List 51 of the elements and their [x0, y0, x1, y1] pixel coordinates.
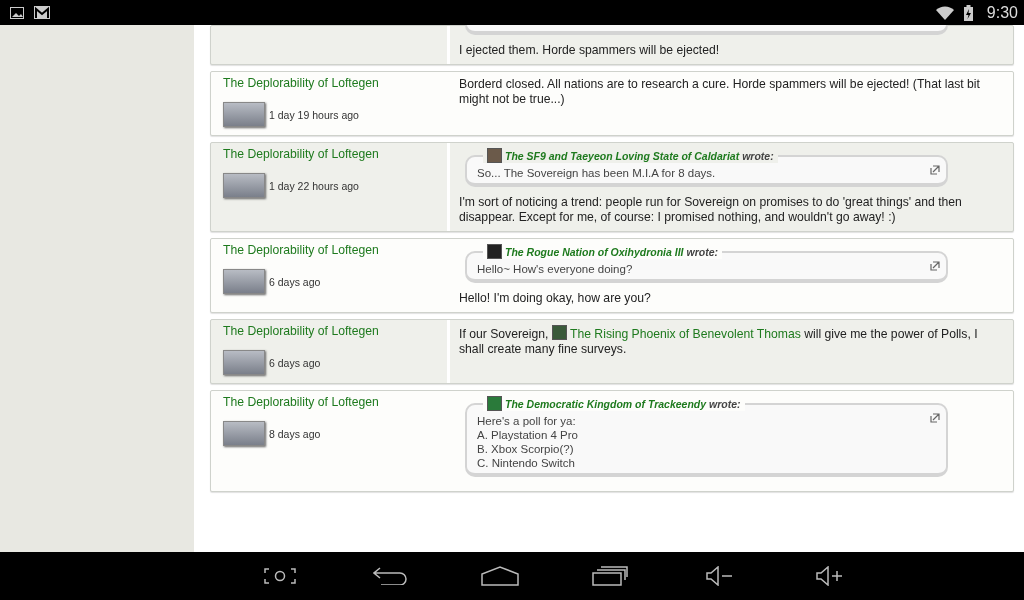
external-link-icon[interactable] — [930, 413, 940, 423]
flag-icon — [487, 396, 502, 411]
quote-text: B. Xbox Scorpio(?) — [477, 442, 575, 456]
quote-source-link[interactable]: The SF9 and Taeyeon Loving State of Caldariat — [505, 148, 740, 163]
clock-time: 9:30 — [986, 3, 1018, 22]
post-time: 8 days ago — [269, 427, 321, 440]
avatar-placeholder — [223, 173, 265, 198]
post-text: Borderd closed. All nations are to research a cure. Horde spammers will be ejected! (That last bit might not be true...) — [459, 77, 981, 107]
post-time: 1 day 22 hours ago — [269, 179, 359, 192]
flag-icon — [487, 244, 502, 259]
avatar-placeholder — [223, 421, 265, 446]
quote-wrote-label: wrote: — [686, 244, 718, 259]
post-time: 6 days ago — [269, 275, 321, 288]
quote-text: C. Nintendo Switch — [477, 456, 576, 470]
back-icon[interactable] — [373, 567, 407, 585]
quote-source-link[interactable]: The Rogue Nation of Oxihydronia III — [505, 244, 684, 259]
author-link[interactable]: The Deplorability of Loftegen — [223, 395, 435, 409]
quote-text: So... The Sovereign has been M.I.A for 8 days. — [477, 166, 717, 180]
quote-text: A. Playstation 4 Pro — [477, 428, 579, 442]
volume-up-icon[interactable] — [816, 566, 844, 586]
post-text: I'm sort of noticing a trend: people run for Sovereign on promises to do 'great things' and then disappear. Except for me, of course: I promised nothing, and wouldn't go away! :) — [459, 195, 963, 225]
picture-icon — [10, 6, 24, 19]
post-text: Hello! I'm doing okay, how are you? — [459, 291, 652, 306]
external-link-icon[interactable] — [930, 165, 940, 175]
home-icon[interactable] — [481, 566, 519, 586]
author-link[interactable]: The Deplorability of Loftegen — [223, 243, 435, 257]
nation-link[interactable]: The Rising Phoenix of Benevolent Thomas — [551, 327, 801, 341]
post-text: If our Sovereign, The Rising Phoenix of Benevolent Thomas will give me the power of Polls, I shall create many fine surveys. — [459, 325, 979, 357]
post-text: I ejected them. Horde spammers will be ejected! — [459, 43, 721, 58]
quote-wrote-label: wrote: — [709, 396, 741, 411]
recent-apps-icon[interactable] — [592, 566, 628, 586]
quote-text: Hello~ How's everyone doing? — [477, 262, 634, 276]
screenshot-icon[interactable] — [264, 568, 296, 584]
quote-source-link[interactable]: The Democratic Kingdom of Trackeendy — [505, 396, 707, 411]
avatar-placeholder — [223, 269, 265, 294]
post-time: 1 day 19 hours ago — [269, 108, 359, 121]
quote-wrote-label: wrote: — [742, 148, 774, 163]
external-link-icon[interactable] — [930, 261, 940, 271]
mail-icon — [34, 6, 50, 19]
author-link[interactable]: The Deplorability of Loftegen — [223, 147, 435, 161]
post-time: 6 days ago — [269, 356, 321, 369]
flag-icon — [487, 148, 502, 163]
wifi-icon — [935, 5, 954, 20]
volume-down-icon[interactable] — [706, 566, 734, 586]
avatar-placeholder — [223, 350, 265, 375]
battery-icon — [963, 4, 973, 21]
author-link[interactable]: The Deplorability of Loftegen — [223, 76, 435, 90]
quote-text: Here's a poll for ya: — [477, 414, 577, 428]
flag-icon — [551, 325, 567, 340]
author-link[interactable]: The Deplorability of Loftegen — [223, 324, 435, 338]
avatar-placeholder — [223, 102, 265, 127]
